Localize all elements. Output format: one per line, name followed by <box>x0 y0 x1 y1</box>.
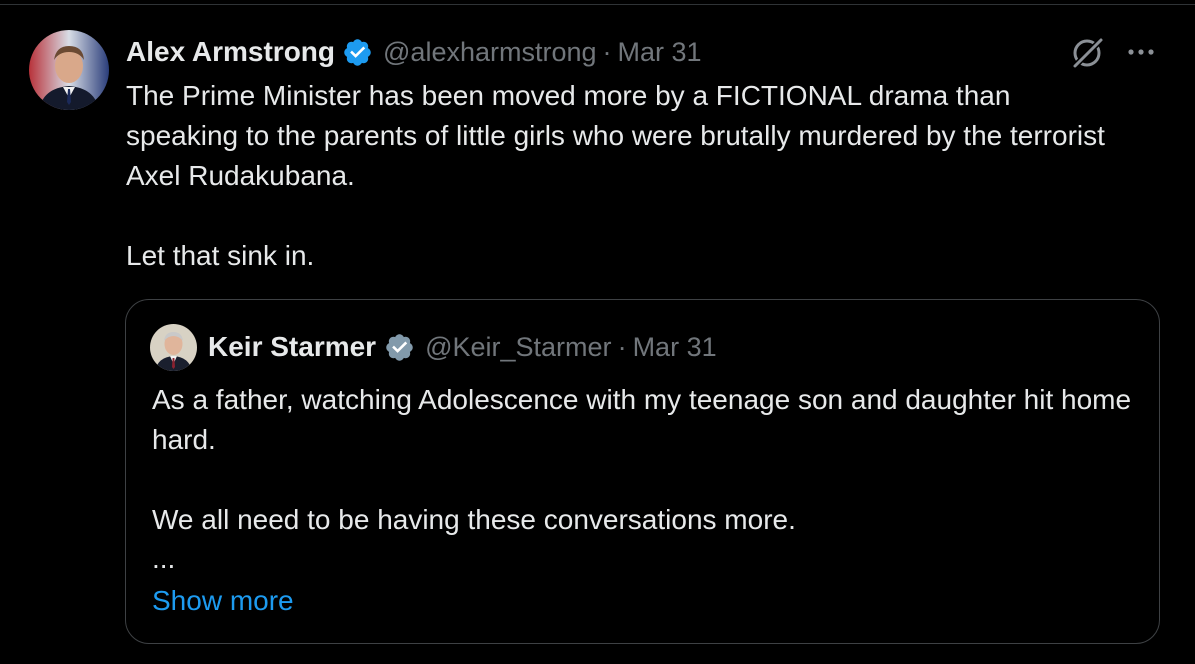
avatar-photo-icon <box>29 30 109 110</box>
quoted-author-avatar[interactable] <box>150 324 197 371</box>
author-name[interactable]: Alex Armstrong <box>126 36 335 68</box>
quoted-text-paragraph: As a father, watching Adolescence with m… <box>152 384 1132 455</box>
tweet-text-paragraph: Let that sink in. <box>126 240 315 271</box>
quoted-tweet-date: Mar 31 <box>632 331 717 362</box>
quoted-tweet-header: Keir Starmer @Keir_Starmer · Mar 31 <box>208 327 717 367</box>
grok-icon[interactable] <box>1070 35 1106 71</box>
verified-badge-icon <box>384 332 415 363</box>
more-horizontal-icon[interactable] <box>1124 42 1158 62</box>
quoted-author-name: Keir Starmer <box>208 331 377 362</box>
separator-dot: · <box>617 331 627 362</box>
tweet-header: Alex Armstrong @alexharmstrong · Mar 31 <box>126 32 702 72</box>
tweet-date[interactable]: Mar 31 <box>618 37 702 68</box>
avatar-photo-icon <box>150 324 197 371</box>
tweet-text: The Prime Minister has been moved more b… <box>126 76 1126 276</box>
quoted-tweet[interactable]: Keir Starmer @Keir_Starmer · Mar 31 As a… <box>125 299 1160 644</box>
quoted-text-paragraph: We all need to be having these conversat… <box>152 504 796 535</box>
top-divider <box>0 0 1195 5</box>
tweet-text-paragraph: The Prime Minister has been moved more b… <box>126 80 1105 191</box>
quoted-author-handle: @Keir_Starmer <box>425 331 612 362</box>
show-more-link[interactable]: Show more <box>152 583 294 619</box>
tweet[interactable]: Alex Armstrong @alexharmstrong · Mar 31 … <box>0 6 1195 664</box>
quoted-tweet-text: As a father, watching Adolescence with m… <box>152 380 1132 578</box>
author-handle[interactable]: @alexharmstrong <box>383 37 597 68</box>
verified-badge-icon[interactable] <box>342 37 373 68</box>
quoted-text-ellipsis: ... <box>152 543 176 574</box>
separator-dot: · <box>602 36 612 67</box>
author-avatar[interactable] <box>29 30 109 110</box>
